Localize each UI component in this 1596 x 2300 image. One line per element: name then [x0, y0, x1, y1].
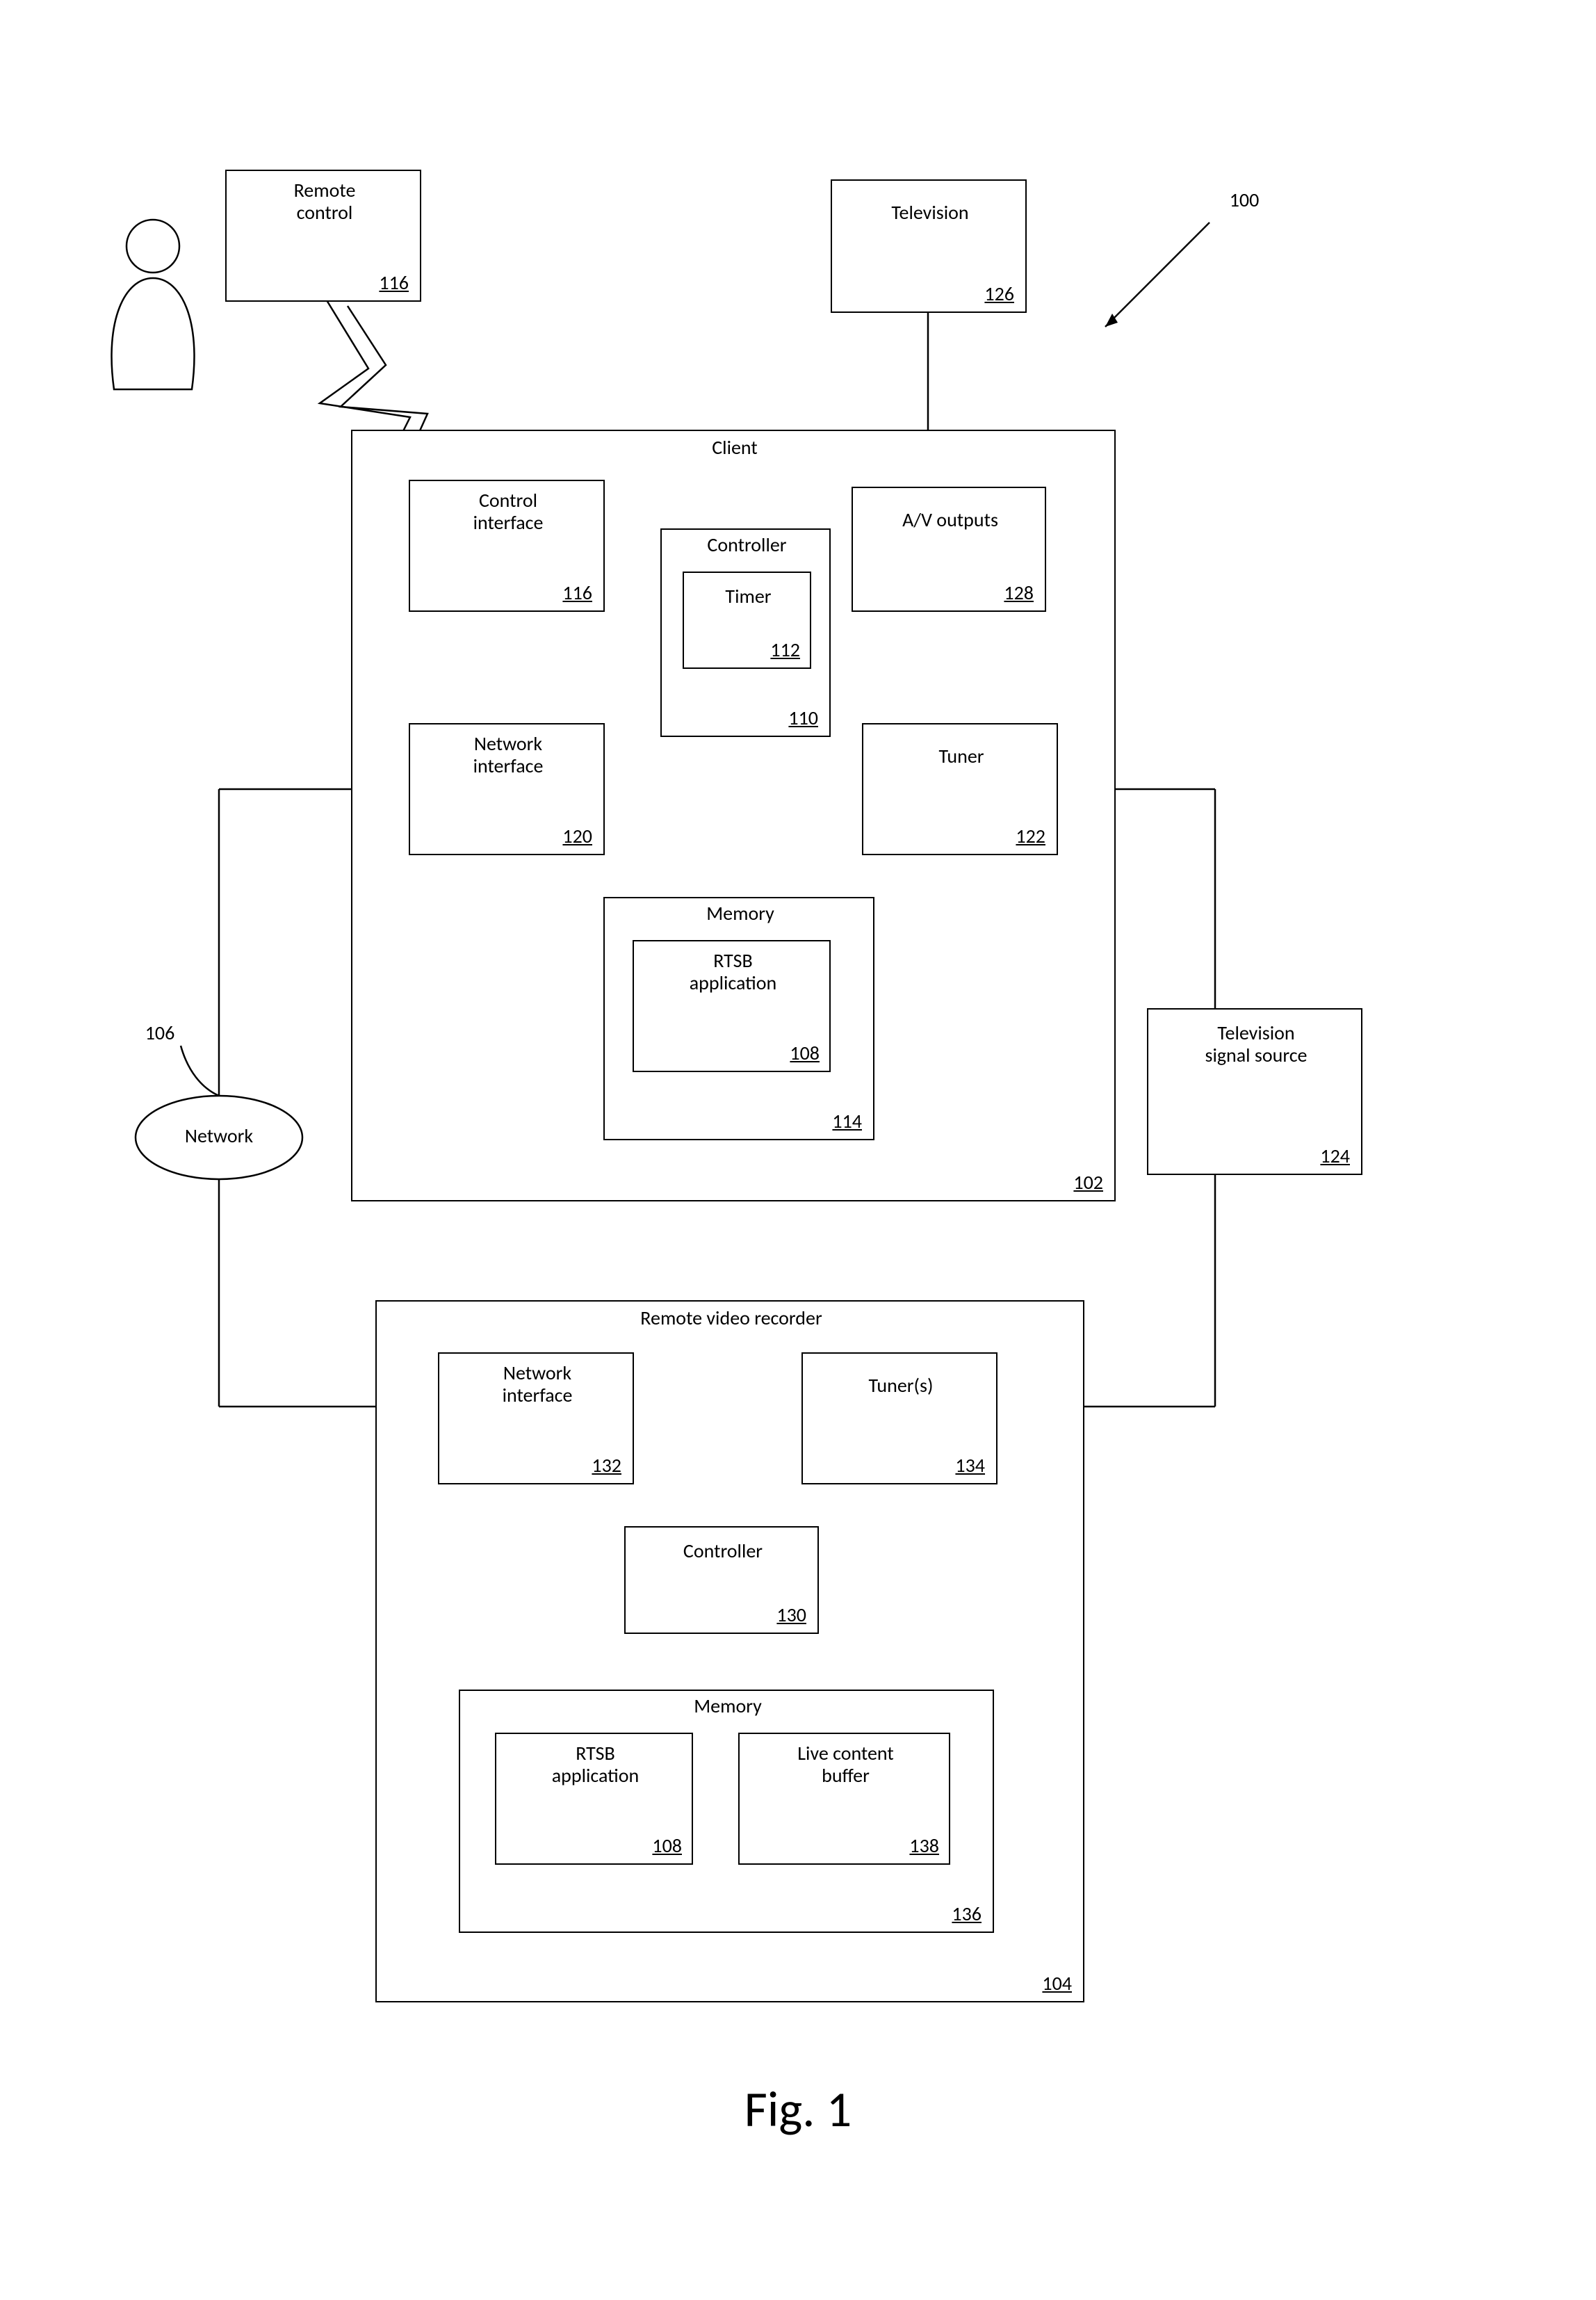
rvr-net-iface-box: Network interface 132: [438, 1352, 634, 1484]
rvr-buffer-box: Live content buffer 138: [738, 1733, 950, 1865]
figure-caption: Fig. 1: [0, 2079, 1596, 2140]
client-net-iface-ref: 120: [562, 824, 592, 848]
rvr-net-iface-label: Network interface: [439, 1362, 635, 1407]
rvr-rtsb-ref: 108: [652, 1833, 682, 1858]
rvr-memory-box: Memory 136 RTSB application 108 Live con…: [459, 1690, 994, 1933]
rvr-rtsb-label: RTSB application: [496, 1742, 694, 1787]
client-rtsb-ref: 108: [790, 1041, 820, 1065]
timer-label: Timer: [684, 585, 813, 608]
rvr-controller-label: Controller: [626, 1540, 820, 1562]
client-net-iface-label: Network interface: [410, 733, 606, 777]
timer-box: Timer 112: [683, 572, 811, 669]
client-rtsb-box: RTSB application 108: [633, 940, 831, 1072]
av-outputs-ref: 128: [1004, 581, 1034, 605]
client-net-iface-box: Network interface 120: [409, 723, 605, 855]
control-interface-ref: 116: [562, 581, 592, 605]
network-ref: 106: [132, 1022, 188, 1044]
television-label: Television: [832, 202, 1028, 224]
client-label: Client: [352, 437, 1117, 459]
client-tuner-box: Tuner 122: [862, 723, 1058, 855]
rvr-tuners-ref: 134: [955, 1453, 985, 1477]
av-outputs-box: A/V outputs 128: [852, 487, 1046, 612]
rvr-tuners-label: Tuner(s): [803, 1375, 999, 1397]
television-ref: 126: [984, 282, 1014, 306]
remote-control-box: Remote control 116: [225, 170, 421, 302]
rvr-net-iface-ref: 132: [592, 1453, 621, 1477]
client-memory-ref: 114: [832, 1109, 862, 1133]
network-label: Network: [163, 1125, 275, 1147]
client-memory-label: Memory: [605, 902, 876, 925]
rvr-controller-box: Controller 130: [624, 1526, 819, 1634]
client-ref: 102: [1073, 1170, 1103, 1194]
user-icon: [112, 220, 195, 389]
rvr-controller-ref: 130: [776, 1603, 806, 1627]
client-controller-box: Controller 110 Timer 112: [660, 528, 831, 737]
signal-source-ref: 124: [1320, 1144, 1350, 1168]
control-interface-label: Control interface: [410, 489, 606, 534]
rvr-tuners-box: Tuner(s) 134: [801, 1352, 997, 1484]
rvr-memory-label: Memory: [460, 1695, 995, 1717]
signal-source-label: Television signal source: [1148, 1022, 1364, 1067]
remote-control-label: Remote control: [227, 179, 423, 224]
client-controller-ref: 110: [788, 706, 818, 730]
television-box: Television 126: [831, 179, 1027, 313]
client-rtsb-label: RTSB application: [634, 950, 832, 994]
rvr-buffer-ref: 138: [909, 1833, 939, 1858]
rvr-label: Remote video recorder: [377, 1307, 1086, 1329]
av-outputs-label: A/V outputs: [853, 509, 1048, 531]
rvr-rtsb-box: RTSB application 108: [495, 1733, 693, 1865]
client-tuner-ref: 122: [1016, 824, 1045, 848]
rvr-memory-ref: 136: [952, 1902, 982, 1926]
remote-control-ref: 116: [379, 270, 409, 295]
client-memory-box: Memory 114 RTSB application 108: [603, 897, 874, 1140]
system-ref: 100: [1216, 189, 1272, 211]
client-controller-label: Controller: [662, 534, 832, 556]
diagram-canvas: 100 Remote control 116 Television 126 Cl…: [0, 0, 1596, 2300]
rvr-buffer-label: Live content buffer: [740, 1742, 952, 1787]
rvr-ref: 104: [1042, 1971, 1072, 1995]
timer-ref: 112: [770, 638, 800, 662]
control-interface-box: Control interface 116: [409, 480, 605, 612]
client-tuner-label: Tuner: [863, 745, 1059, 768]
signal-source-box: Television signal source 124: [1147, 1008, 1362, 1175]
